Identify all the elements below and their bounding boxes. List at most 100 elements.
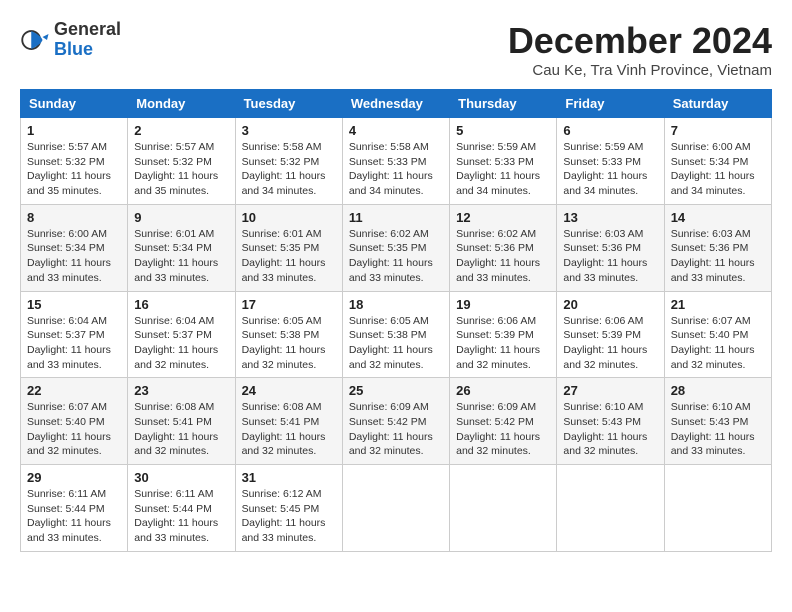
logo: General Blue xyxy=(20,20,121,60)
calendar-cell: 26 Sunrise: 6:09 AMSunset: 5:42 PMDaylig… xyxy=(450,378,557,465)
day-info: Sunrise: 6:01 AMSunset: 5:35 PMDaylight:… xyxy=(242,227,336,286)
day-info: Sunrise: 6:04 AMSunset: 5:37 PMDaylight:… xyxy=(27,314,121,373)
header-wednesday: Wednesday xyxy=(342,90,449,118)
day-info: Sunrise: 6:08 AMSunset: 5:41 PMDaylight:… xyxy=(134,400,228,459)
calendar-cell: 16 Sunrise: 6:04 AMSunset: 5:37 PMDaylig… xyxy=(128,291,235,378)
header-tuesday: Tuesday xyxy=(235,90,342,118)
day-info: Sunrise: 6:02 AMSunset: 5:35 PMDaylight:… xyxy=(349,227,443,286)
calendar-cell: 10 Sunrise: 6:01 AMSunset: 5:35 PMDaylig… xyxy=(235,204,342,291)
day-number: 27 xyxy=(563,383,657,398)
day-number: 26 xyxy=(456,383,550,398)
calendar-cell: 13 Sunrise: 6:03 AMSunset: 5:36 PMDaylig… xyxy=(557,204,664,291)
calendar-cell: 24 Sunrise: 6:08 AMSunset: 5:41 PMDaylig… xyxy=(235,378,342,465)
header-friday: Friday xyxy=(557,90,664,118)
header-row: SundayMondayTuesdayWednesdayThursdayFrid… xyxy=(21,90,772,118)
week-row-2: 8 Sunrise: 6:00 AMSunset: 5:34 PMDayligh… xyxy=(21,204,772,291)
day-info: Sunrise: 6:10 AMSunset: 5:43 PMDaylight:… xyxy=(671,400,765,459)
day-number: 2 xyxy=(134,123,228,138)
week-row-4: 22 Sunrise: 6:07 AMSunset: 5:40 PMDaylig… xyxy=(21,378,772,465)
calendar-cell: 25 Sunrise: 6:09 AMSunset: 5:42 PMDaylig… xyxy=(342,378,449,465)
day-number: 3 xyxy=(242,123,336,138)
calendar-cell: 7 Sunrise: 6:00 AMSunset: 5:34 PMDayligh… xyxy=(664,118,771,205)
logo-icon xyxy=(20,25,50,55)
calendar-cell: 29 Sunrise: 6:11 AMSunset: 5:44 PMDaylig… xyxy=(21,465,128,552)
week-row-1: 1 Sunrise: 5:57 AMSunset: 5:32 PMDayligh… xyxy=(21,118,772,205)
day-number: 1 xyxy=(27,123,121,138)
calendar-cell: 6 Sunrise: 5:59 AMSunset: 5:33 PMDayligh… xyxy=(557,118,664,205)
day-number: 21 xyxy=(671,297,765,312)
calendar-table: SundayMondayTuesdayWednesdayThursdayFrid… xyxy=(20,89,772,552)
day-info: Sunrise: 5:58 AMSunset: 5:32 PMDaylight:… xyxy=(242,140,336,199)
calendar-cell: 4 Sunrise: 5:58 AMSunset: 5:33 PMDayligh… xyxy=(342,118,449,205)
day-number: 24 xyxy=(242,383,336,398)
day-info: Sunrise: 5:57 AMSunset: 5:32 PMDaylight:… xyxy=(27,140,121,199)
week-row-3: 15 Sunrise: 6:04 AMSunset: 5:37 PMDaylig… xyxy=(21,291,772,378)
day-number: 13 xyxy=(563,210,657,225)
day-number: 29 xyxy=(27,470,121,485)
day-number: 19 xyxy=(456,297,550,312)
calendar-cell: 28 Sunrise: 6:10 AMSunset: 5:43 PMDaylig… xyxy=(664,378,771,465)
header-sunday: Sunday xyxy=(21,90,128,118)
day-number: 28 xyxy=(671,383,765,398)
day-info: Sunrise: 5:58 AMSunset: 5:33 PMDaylight:… xyxy=(349,140,443,199)
logo-general: General xyxy=(54,20,121,40)
day-number: 30 xyxy=(134,470,228,485)
logo-blue: Blue xyxy=(54,40,121,60)
day-number: 6 xyxy=(563,123,657,138)
calendar-cell: 20 Sunrise: 6:06 AMSunset: 5:39 PMDaylig… xyxy=(557,291,664,378)
header-thursday: Thursday xyxy=(450,90,557,118)
day-number: 16 xyxy=(134,297,228,312)
title-area: December 2024 Cau Ke, Tra Vinh Province,… xyxy=(508,20,772,79)
page-header: General Blue December 2024 Cau Ke, Tra V… xyxy=(20,20,772,79)
day-info: Sunrise: 6:06 AMSunset: 5:39 PMDaylight:… xyxy=(456,314,550,373)
calendar-cell: 1 Sunrise: 5:57 AMSunset: 5:32 PMDayligh… xyxy=(21,118,128,205)
calendar-cell: 18 Sunrise: 6:05 AMSunset: 5:38 PMDaylig… xyxy=(342,291,449,378)
calendar-cell: 23 Sunrise: 6:08 AMSunset: 5:41 PMDaylig… xyxy=(128,378,235,465)
calendar-cell: 27 Sunrise: 6:10 AMSunset: 5:43 PMDaylig… xyxy=(557,378,664,465)
calendar-cell: 5 Sunrise: 5:59 AMSunset: 5:33 PMDayligh… xyxy=(450,118,557,205)
day-number: 12 xyxy=(456,210,550,225)
header-saturday: Saturday xyxy=(664,90,771,118)
day-number: 11 xyxy=(349,210,443,225)
day-number: 23 xyxy=(134,383,228,398)
calendar-cell: 14 Sunrise: 6:03 AMSunset: 5:36 PMDaylig… xyxy=(664,204,771,291)
day-info: Sunrise: 6:09 AMSunset: 5:42 PMDaylight:… xyxy=(456,400,550,459)
day-info: Sunrise: 6:01 AMSunset: 5:34 PMDaylight:… xyxy=(134,227,228,286)
day-info: Sunrise: 6:07 AMSunset: 5:40 PMDaylight:… xyxy=(27,400,121,459)
day-number: 7 xyxy=(671,123,765,138)
day-info: Sunrise: 6:07 AMSunset: 5:40 PMDaylight:… xyxy=(671,314,765,373)
day-info: Sunrise: 6:05 AMSunset: 5:38 PMDaylight:… xyxy=(242,314,336,373)
calendar-cell: 9 Sunrise: 6:01 AMSunset: 5:34 PMDayligh… xyxy=(128,204,235,291)
calendar-cell xyxy=(557,465,664,552)
day-number: 14 xyxy=(671,210,765,225)
day-info: Sunrise: 6:02 AMSunset: 5:36 PMDaylight:… xyxy=(456,227,550,286)
day-number: 25 xyxy=(349,383,443,398)
day-info: Sunrise: 6:11 AMSunset: 5:44 PMDaylight:… xyxy=(134,487,228,546)
day-number: 22 xyxy=(27,383,121,398)
day-info: Sunrise: 6:00 AMSunset: 5:34 PMDaylight:… xyxy=(27,227,121,286)
calendar-cell xyxy=(664,465,771,552)
day-info: Sunrise: 6:12 AMSunset: 5:45 PMDaylight:… xyxy=(242,487,336,546)
day-number: 17 xyxy=(242,297,336,312)
day-info: Sunrise: 6:03 AMSunset: 5:36 PMDaylight:… xyxy=(563,227,657,286)
calendar-cell: 31 Sunrise: 6:12 AMSunset: 5:45 PMDaylig… xyxy=(235,465,342,552)
calendar-cell: 15 Sunrise: 6:04 AMSunset: 5:37 PMDaylig… xyxy=(21,291,128,378)
day-info: Sunrise: 6:09 AMSunset: 5:42 PMDaylight:… xyxy=(349,400,443,459)
day-number: 20 xyxy=(563,297,657,312)
day-number: 15 xyxy=(27,297,121,312)
day-number: 5 xyxy=(456,123,550,138)
day-info: Sunrise: 5:59 AMSunset: 5:33 PMDaylight:… xyxy=(456,140,550,199)
header-monday: Monday xyxy=(128,90,235,118)
calendar-cell: 30 Sunrise: 6:11 AMSunset: 5:44 PMDaylig… xyxy=(128,465,235,552)
calendar-cell: 8 Sunrise: 6:00 AMSunset: 5:34 PMDayligh… xyxy=(21,204,128,291)
day-number: 9 xyxy=(134,210,228,225)
day-info: Sunrise: 6:11 AMSunset: 5:44 PMDaylight:… xyxy=(27,487,121,546)
week-row-5: 29 Sunrise: 6:11 AMSunset: 5:44 PMDaylig… xyxy=(21,465,772,552)
calendar-title: December 2024 xyxy=(508,20,772,62)
day-number: 18 xyxy=(349,297,443,312)
calendar-cell xyxy=(342,465,449,552)
day-info: Sunrise: 6:03 AMSunset: 5:36 PMDaylight:… xyxy=(671,227,765,286)
calendar-cell: 19 Sunrise: 6:06 AMSunset: 5:39 PMDaylig… xyxy=(450,291,557,378)
calendar-subtitle: Cau Ke, Tra Vinh Province, Vietnam xyxy=(508,62,772,79)
day-info: Sunrise: 6:05 AMSunset: 5:38 PMDaylight:… xyxy=(349,314,443,373)
